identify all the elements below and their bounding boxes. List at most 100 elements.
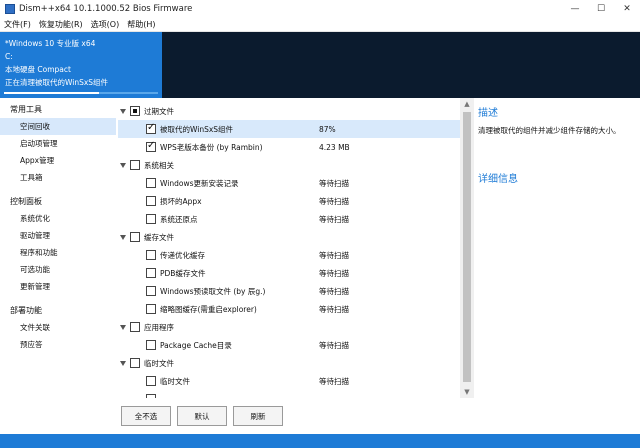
checkbox[interactable] <box>146 340 156 350</box>
menu-file[interactable]: 文件(F) <box>4 19 31 30</box>
tree-item-row[interactable]: 传递优化缓存 等待扫描 <box>118 246 460 264</box>
checkbox[interactable] <box>130 358 140 368</box>
session-status: 正在清理被取代的WinSxS组件 <box>5 78 109 87</box>
menu-options[interactable]: 选项(O) <box>91 19 120 30</box>
session-card[interactable]: *Windows 10 专业版 x64 C: 本地硬盘 Compact 正在清理… <box>0 32 162 98</box>
checkbox[interactable] <box>146 122 156 134</box>
tree-group-row[interactable]: 过期文件 <box>118 102 460 120</box>
tree-item-status: 等待扫描 <box>319 376 349 386</box>
scroll-down-icon[interactable]: ▼ <box>460 386 474 398</box>
checkbox[interactable] <box>146 268 156 278</box>
collapse-toggle-icon[interactable] <box>120 360 126 366</box>
sidebar-item[interactable]: 更新管理 <box>0 278 116 295</box>
session-bar: *Windows 10 专业版 x64 C: 本地硬盘 Compact 正在清理… <box>0 32 640 98</box>
checkbox[interactable] <box>146 250 156 260</box>
checkbox[interactable] <box>130 232 140 242</box>
tree-item-row[interactable]: 缩略图缓存(需重启explorer) 等待扫描 <box>118 300 460 318</box>
progress-fill <box>4 92 100 94</box>
tree-item-status: 等待扫描 <box>319 250 349 260</box>
checkbox[interactable] <box>146 304 156 314</box>
checkbox[interactable] <box>146 140 156 152</box>
tree-item-row[interactable]: Windows预读取文件 (by 辰g.) 等待扫描 <box>118 282 460 300</box>
tree-item-label: Windows预读取文件 (by 辰g.) <box>160 286 266 296</box>
menu-bar: 文件(F) 恢复功能(R) 选项(O) 帮助(H) <box>0 18 640 32</box>
tree-item-status: 等待扫描 <box>319 214 349 224</box>
tree-item-label: 临时文件 <box>160 376 190 386</box>
tree-item-row[interactable]: Windows更新安装记录 等待扫描 <box>118 174 460 192</box>
sidebar-item[interactable]: 启动项管理 <box>0 135 116 152</box>
tree-item-label: 传递优化缓存 <box>160 250 205 260</box>
checkbox[interactable] <box>146 214 156 224</box>
collapse-toggle-icon[interactable] <box>120 162 126 168</box>
checkbox[interactable] <box>146 286 156 296</box>
sidebar: 常用工具 空间回收 启动项管理 Appx管理 工具箱 控制面板 系统优化 驱动管理 程序和功能可… <box>0 98 116 434</box>
tree-group-row[interactable]: 缓存文件 <box>118 228 460 246</box>
checkbox[interactable] <box>146 178 156 188</box>
tree-item-row[interactable]: 临时文件 等待扫描 <box>118 372 460 390</box>
checkbox[interactable] <box>146 376 156 386</box>
button-bar: 全不选 默认 刷新 <box>118 400 640 434</box>
tree-item-label: PDB缓存文件 <box>160 268 206 278</box>
tree-item-row[interactable]: 损坏的Appx 等待扫描 <box>118 192 460 210</box>
minimize-button[interactable]: — <box>562 0 588 18</box>
sidebar-item[interactable]: 工具箱 <box>0 169 116 186</box>
collapse-toggle-icon[interactable] <box>120 108 126 114</box>
tree-item-row[interactable]: PDB缓存文件 等待扫描 <box>118 264 460 282</box>
window-controls: — ☐ ✕ <box>562 0 640 18</box>
sidebar-group-header: 常用工具 <box>10 105 42 114</box>
sidebar-item[interactable]: Appx管理 <box>0 152 116 169</box>
tree-item-status: 等待扫描 <box>319 196 349 206</box>
collapse-toggle-icon[interactable] <box>120 234 126 240</box>
tree-item-status: 4.23 MB <box>319 142 350 152</box>
refresh-button[interactable]: 刷新 <box>233 406 283 426</box>
checkbox[interactable] <box>130 322 140 332</box>
tree-item-label: Package Cache目录 <box>160 340 232 350</box>
tree-item-row[interactable]: WPS老版本备份 (by Rambin) 4.23 MB <box>118 138 460 156</box>
sidebar-item[interactable]: 预应答 <box>0 336 116 353</box>
tree-item-label: WPS老版本备份 (by Rambin) <box>160 142 263 152</box>
menu-help[interactable]: 帮助(H) <box>127 19 155 30</box>
scroll-up-icon[interactable]: ▲ <box>460 98 474 110</box>
checkbox[interactable] <box>146 196 156 206</box>
tree-item-row[interactable]: 被取代的WinSxS组件 87% <box>118 120 460 138</box>
sidebar-item[interactable]: 驱动管理 <box>0 227 116 244</box>
tree-group-row[interactable]: 临时文件 <box>118 354 460 372</box>
tree-item-label: 过期文件 <box>144 106 174 116</box>
checkbox[interactable] <box>130 106 140 116</box>
description-title: 描述 <box>478 108 498 119</box>
tree-item-status: 等待扫描 <box>319 304 349 314</box>
vertical-scrollbar[interactable]: ▲ ▼ <box>460 98 474 398</box>
tree-item-row[interactable]: 系统还原点 等待扫描 <box>118 210 460 228</box>
menu-restore[interactable]: 恢复功能(R) <box>39 19 83 30</box>
tree-item-label: 系统还原点 <box>160 214 198 224</box>
close-button[interactable]: ✕ <box>614 0 640 18</box>
session-disk: 本地硬盘 Compact <box>5 65 71 74</box>
tree-item-status: 等待扫描 <box>319 286 349 296</box>
tree-item-label: 缩略图缓存(需重启explorer) <box>160 304 257 314</box>
tree-item-row[interactable] <box>118 390 460 398</box>
tree-item-label: 系统相关 <box>144 160 174 170</box>
sidebar-item[interactable]: 程序和功能 <box>0 244 116 261</box>
sidebar-item[interactable]: 可选功能 <box>0 261 116 278</box>
sidebar-item[interactable]: 空间回收 <box>0 118 116 135</box>
tree-item-label: 缓存文件 <box>144 232 174 242</box>
tree-group-row[interactable]: 应用程序 <box>118 318 460 336</box>
sidebar-item[interactable]: 文件关联 <box>0 319 116 336</box>
app-icon <box>5 4 15 14</box>
tree-item-label: 损坏的Appx <box>160 196 202 206</box>
tree-item-status: 87% <box>319 124 336 134</box>
title-bar: Dism++x64 10.1.1000.52 Bios Firmware — ☐… <box>0 0 640 18</box>
tree-item-row[interactable]: Package Cache目录 等待扫描 <box>118 336 460 354</box>
tree-item-status: 等待扫描 <box>319 268 349 278</box>
maximize-button[interactable]: ☐ <box>588 0 614 18</box>
checkbox[interactable] <box>146 394 156 398</box>
scroll-thumb[interactable] <box>463 112 471 382</box>
progress-bar <box>4 92 158 94</box>
checkbox[interactable] <box>130 160 140 170</box>
default-button[interactable]: 默认 <box>177 406 227 426</box>
select-none-button[interactable]: 全不选 <box>121 406 171 426</box>
tree-group-row[interactable]: 系统相关 <box>118 156 460 174</box>
sidebar-item[interactable]: 系统优化 <box>0 210 116 227</box>
tree-item-label: 临时文件 <box>144 358 174 368</box>
collapse-toggle-icon[interactable] <box>120 324 126 330</box>
